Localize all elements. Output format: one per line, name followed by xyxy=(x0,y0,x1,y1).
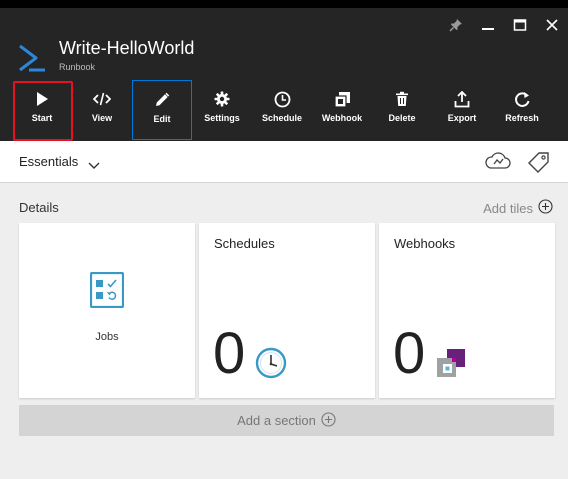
play-icon xyxy=(33,90,51,108)
add-section-button[interactable]: Add a section xyxy=(19,405,554,436)
jobs-tile[interactable]: Jobs xyxy=(19,223,195,398)
refresh-icon xyxy=(513,90,531,108)
webhook-icon xyxy=(435,347,467,384)
delete-label: Delete xyxy=(388,113,416,123)
code-icon xyxy=(93,90,111,108)
window-top-strip xyxy=(0,0,568,8)
add-section-label: Add a section xyxy=(237,413,316,428)
maximize-icon[interactable] xyxy=(504,14,536,36)
schedules-count: 0 xyxy=(213,321,246,386)
cloud-icon[interactable] xyxy=(484,151,512,176)
clock-icon xyxy=(273,90,291,108)
view-label: View xyxy=(91,113,113,123)
details-heading: Details xyxy=(19,200,59,215)
close-icon[interactable] xyxy=(536,14,568,36)
plus-circle-icon xyxy=(538,199,553,217)
trash-icon xyxy=(393,90,411,108)
pin-icon[interactable] xyxy=(440,14,472,36)
webhook-button[interactable]: Webhook xyxy=(312,80,372,140)
schedule-label: Schedule xyxy=(261,113,302,123)
add-tiles-button[interactable]: Add tiles xyxy=(483,199,553,217)
start-button[interactable]: Start xyxy=(12,80,73,141)
minimize-icon[interactable] xyxy=(472,14,504,36)
gear-icon xyxy=(213,90,231,108)
export-button[interactable]: Export xyxy=(432,80,492,140)
webhook-icon xyxy=(333,90,351,108)
window-controls xyxy=(440,14,568,36)
view-button[interactable]: View xyxy=(72,80,132,140)
tag-icon[interactable] xyxy=(527,151,551,178)
schedules-title: Schedules xyxy=(214,236,275,251)
blade-title: Write-HelloWorld xyxy=(59,38,195,58)
edit-button[interactable]: Edit xyxy=(132,80,192,140)
chevron-down-icon[interactable] xyxy=(88,157,100,175)
blade-subtitle: Runbook xyxy=(59,62,96,72)
settings-button[interactable]: Settings xyxy=(192,80,252,140)
export-label: Export xyxy=(447,113,477,123)
refresh-button[interactable]: Refresh xyxy=(492,80,552,140)
essentials-toggle[interactable]: Essentials xyxy=(19,154,78,169)
plus-circle-icon xyxy=(321,411,336,430)
powershell-runbook-icon xyxy=(16,42,48,74)
webhooks-title: Webhooks xyxy=(394,236,456,251)
edit-label: Edit xyxy=(153,114,171,124)
schedule-button[interactable]: Schedule xyxy=(252,80,312,140)
export-icon xyxy=(453,90,471,108)
start-label: Start xyxy=(31,113,53,123)
refresh-label: Refresh xyxy=(505,113,539,123)
pencil-icon xyxy=(153,91,171,109)
clock-icon xyxy=(255,347,287,384)
settings-label: Settings xyxy=(204,113,240,123)
jobs-label: Jobs xyxy=(95,331,119,343)
add-tiles-label: Add tiles xyxy=(483,200,533,216)
command-bar: Start View Edit Settings Schedule Webhoo… xyxy=(12,80,552,141)
schedules-tile[interactable]: Schedules 0 xyxy=(199,223,375,398)
webhooks-count: 0 xyxy=(393,321,426,386)
delete-button[interactable]: Delete xyxy=(372,80,432,140)
essentials-bar: Essentials xyxy=(0,141,568,183)
webhook-label: Webhook xyxy=(321,113,363,123)
webhooks-tile[interactable]: Webhooks 0 xyxy=(379,223,555,398)
blade-header: Write-HelloWorld Runbook Start View Edit xyxy=(0,8,568,141)
jobs-icon xyxy=(89,271,125,313)
